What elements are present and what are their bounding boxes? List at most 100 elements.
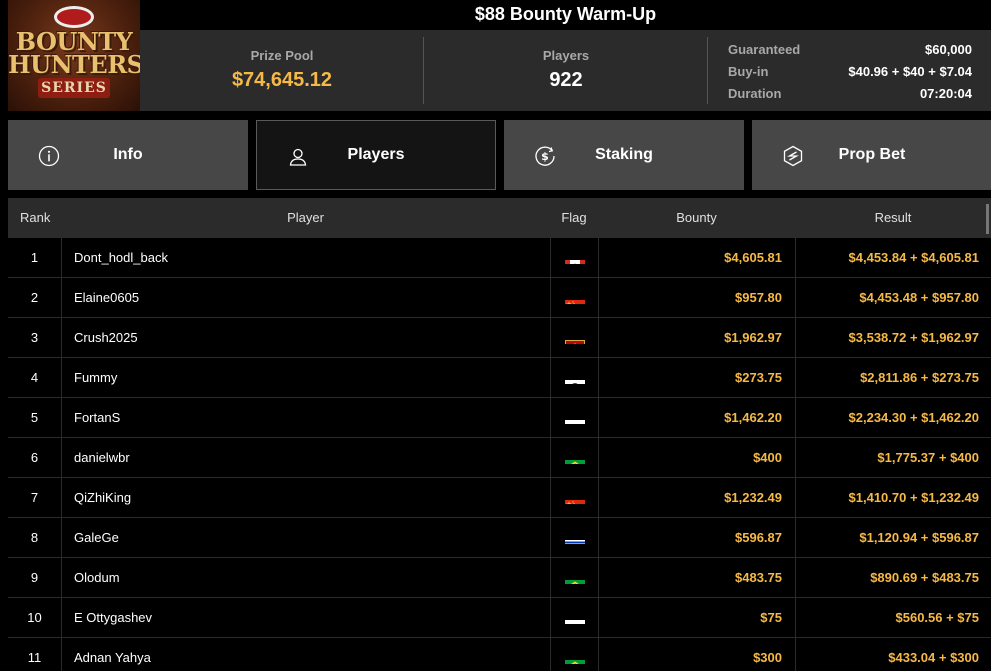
player-name-cell[interactable]: Crush2025 <box>61 318 550 357</box>
bounty-hunters-series-logo: BOUNTY HUNTERS SERIES <box>8 0 140 111</box>
tab-info[interactable]: Info <box>8 120 248 190</box>
table-row[interactable]: 4 Fummy $273.75 $2,811.86 + $273.75 <box>8 358 991 398</box>
flag-cell <box>550 598 598 637</box>
column-header-player[interactable]: Player <box>61 198 550 238</box>
brazil-flag-icon <box>565 570 585 584</box>
players-value: 922 <box>549 69 583 91</box>
table-row[interactable]: 2 Elaine0605 $957.80 $4,453.48 + $957.80 <box>8 278 991 318</box>
tab-players[interactable]: Players <box>256 120 496 190</box>
brazil-flag-icon <box>565 650 585 664</box>
detail-row-buy-in: Buy-in $40.96 + $40 + $7.04 <box>728 61 972 83</box>
bounty-cell: $596.87 <box>598 518 795 557</box>
summary-divider <box>707 37 708 104</box>
bounty-cell: $273.75 <box>598 358 795 397</box>
table-row[interactable]: 5 FortanS $1,462.20 $2,234.30 + $1,462.20 <box>8 398 991 438</box>
table-row[interactable]: 10 E Ottygashev $75 $560.56 + $75 <box>8 598 991 638</box>
tournament-title: $88 Bounty Warm-Up <box>474 4 657 24</box>
rank-cell: 8 <box>30 530 39 545</box>
table-row[interactable]: 9 Olodum $483.75 $890.69 + $483.75 <box>8 558 991 598</box>
players-table-body: 1 Dont_hodl_back $4,605.81 $4,453.84 + $4,6… <box>8 238 991 671</box>
svg-text:$: $ <box>541 150 549 163</box>
table-row[interactable]: 11 Adnan Yahya $300 $433.04 + $300 <box>8 638 991 671</box>
bounty-cell: $1,462.20 <box>598 398 795 437</box>
player-name-cell[interactable]: GaleGe <box>61 518 550 557</box>
player-name-cell[interactable]: Adnan Yahya <box>61 638 550 671</box>
table-scrollbar[interactable] <box>986 204 989 234</box>
detail-value: $60,000 <box>925 42 972 57</box>
detail-label: Guaranteed <box>728 42 801 57</box>
canada-flag-icon <box>565 250 585 264</box>
result-cell: $1,120.94 + $596.87 <box>795 518 991 557</box>
flag-cell <box>550 318 598 357</box>
israel-flag-icon <box>565 530 585 544</box>
prize-pool-label: Prize Pool <box>250 48 314 63</box>
flag-cell <box>550 278 598 317</box>
japan-flag-icon <box>565 370 585 384</box>
rank-cell: 11 <box>27 650 42 665</box>
player-name-cell[interactable]: Olodum <box>61 558 550 597</box>
detail-row-guaranteed: Guaranteed $60,000 <box>728 39 972 61</box>
result-cell: $1,775.37 + $400 <box>795 438 991 477</box>
tournament-details: Guaranteed $60,000 Buy-in $40.96 + $40 +… <box>728 39 972 105</box>
result-cell: $4,453.48 + $957.80 <box>795 278 991 317</box>
dollar-icon: $ <box>535 146 555 166</box>
flag-cell <box>550 478 598 517</box>
column-header-result[interactable]: Result <box>795 198 991 238</box>
table-row[interactable]: 8 GaleGe $596.87 $1,120.94 + $596.87 <box>8 518 991 558</box>
column-header-rank[interactable]: Rank <box>20 198 50 238</box>
rank-cell: 3 <box>30 330 39 345</box>
player-name-cell[interactable]: Fummy <box>61 358 550 397</box>
tab-prop-bet[interactable]: Prop Bet <box>752 120 991 190</box>
rank-cell: 10 <box>27 610 42 625</box>
montenegro-flag-icon <box>565 330 585 344</box>
result-cell: $1,410.70 + $1,232.49 <box>795 478 991 517</box>
china-flag-icon <box>565 490 585 504</box>
info-icon <box>38 145 60 167</box>
rank-cell: 5 <box>30 410 39 425</box>
detail-row-duration: Duration 07:20:04 <box>728 83 972 105</box>
flag-cell <box>550 438 598 477</box>
players-table-header: Rank Player Flag Bounty Result <box>8 198 991 238</box>
china-flag-icon <box>565 290 585 304</box>
prize-pool-block: Prize Pool $74,645.12 <box>140 30 424 111</box>
detail-label: Duration <box>728 86 782 101</box>
result-cell: $560.56 + $75 <box>795 598 991 637</box>
bounty-cell: $300 <box>598 638 795 671</box>
tab-staking[interactable]: $ Staking <box>504 120 744 190</box>
column-header-bounty[interactable]: Bounty <box>598 198 795 238</box>
result-cell: $433.04 + $300 <box>795 638 991 671</box>
result-cell: $2,811.86 + $273.75 <box>795 358 991 397</box>
bounty-cell: $1,962.97 <box>598 318 795 357</box>
player-name-cell[interactable]: Elaine0605 <box>61 278 550 317</box>
bounty-cell: $4,605.81 <box>598 238 795 277</box>
table-row[interactable]: 1 Dont_hodl_back $4,605.81 $4,453.84 + $4,6… <box>8 238 991 278</box>
detail-value: $40.96 + $40 + $7.04 <box>848 64 972 79</box>
result-cell: $3,538.72 + $1,962.97 <box>795 318 991 357</box>
detail-value: 07:20:04 <box>919 86 972 101</box>
bounty-cell: $957.80 <box>598 278 795 317</box>
bounty-cell: $483.75 <box>598 558 795 597</box>
column-header-flag[interactable]: Flag <box>550 198 598 238</box>
rank-cell: 7 <box>30 490 39 505</box>
prize-pool-value: $74,645.12 <box>231 69 333 91</box>
table-row[interactable]: 3 Crush2025 $1,962.97 $3,538.72 + $1,962.97 <box>8 318 991 358</box>
rank-cell: 4 <box>30 370 39 385</box>
result-cell: $4,453.84 + $4,605.81 <box>795 238 991 277</box>
rank-cell: 2 <box>30 290 39 305</box>
rank-cell: 1 <box>30 250 39 265</box>
logo-line-3: SERIES <box>38 78 110 98</box>
logo-line-2: HUNTERS <box>8 50 140 79</box>
flag-cell <box>550 558 598 597</box>
flag-cell <box>550 238 598 277</box>
player-name-cell[interactable]: danielwbr <box>61 438 550 477</box>
table-row[interactable]: 7 QiZhiKing $1,232.49 $1,410.70 + $1,232.49 <box>8 478 991 518</box>
russia-flag-icon <box>565 410 585 424</box>
player-name-cell[interactable]: Dont_hodl_back <box>61 238 550 277</box>
player-name-cell[interactable]: QiZhiKing <box>61 478 550 517</box>
flag-cell <box>550 638 598 671</box>
player-name-cell[interactable]: E Ottygashev <box>61 598 550 637</box>
table-row[interactable]: 6 danielwbr $400 $1,775.37 + $400 <box>8 438 991 478</box>
player-name-cell[interactable]: FortanS <box>61 398 550 437</box>
user-icon <box>289 148 307 166</box>
detail-label: Buy-in <box>728 64 769 79</box>
